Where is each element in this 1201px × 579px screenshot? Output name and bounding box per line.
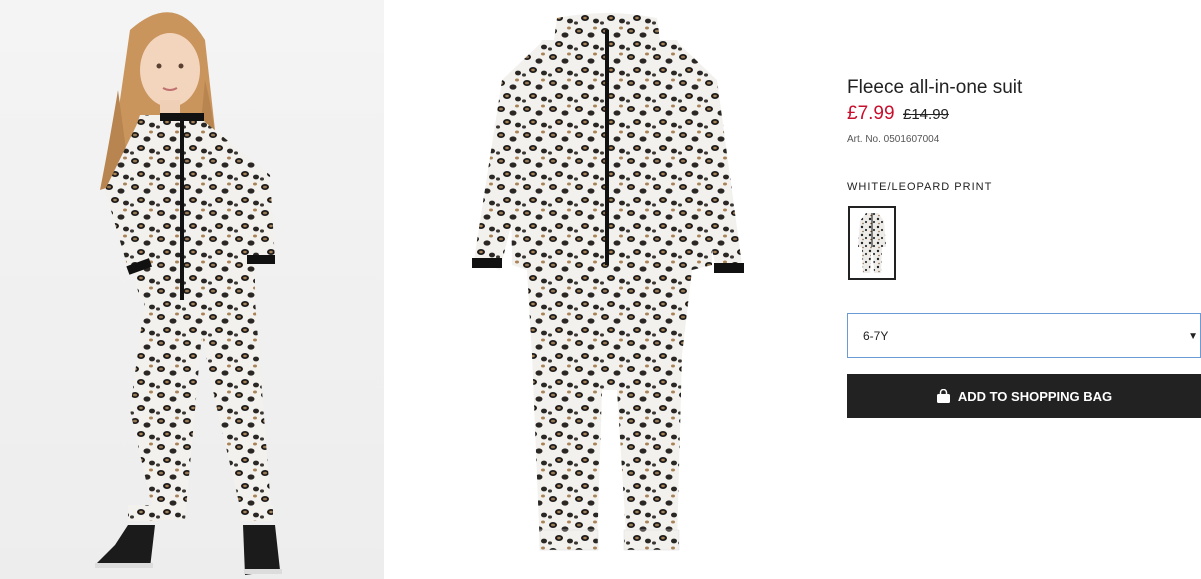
size-select-value: 6-7Y: [863, 329, 889, 343]
sale-price: £7.99: [847, 103, 895, 124]
original-price: £14.99: [903, 106, 949, 123]
product-title: Fleece all-in-one suit: [847, 77, 1023, 98]
suit-thumbnail-icon: [858, 213, 886, 273]
color-label: WHITE/LEOPARD PRINT: [847, 181, 993, 193]
shopping-bag-icon: [936, 389, 950, 403]
product-details: Fleece all-in-one suit £7.99 £14.99 Art.…: [847, 0, 1201, 579]
color-swatch[interactable]: [848, 206, 896, 280]
size-select[interactable]: 6-7Y ▼: [847, 313, 1201, 358]
model-image[interactable]: [0, 0, 384, 579]
article-number: Art. No. 0501607004: [847, 134, 940, 145]
add-to-bag-button[interactable]: ADD TO SHOPPING BAG: [847, 374, 1201, 418]
price-row: £7.99 £14.99: [847, 103, 949, 125]
product-image[interactable]: [392, 0, 832, 579]
caret-down-icon: ▼: [1188, 331, 1198, 342]
add-to-bag-label: ADD TO SHOPPING BAG: [957, 388, 1113, 404]
